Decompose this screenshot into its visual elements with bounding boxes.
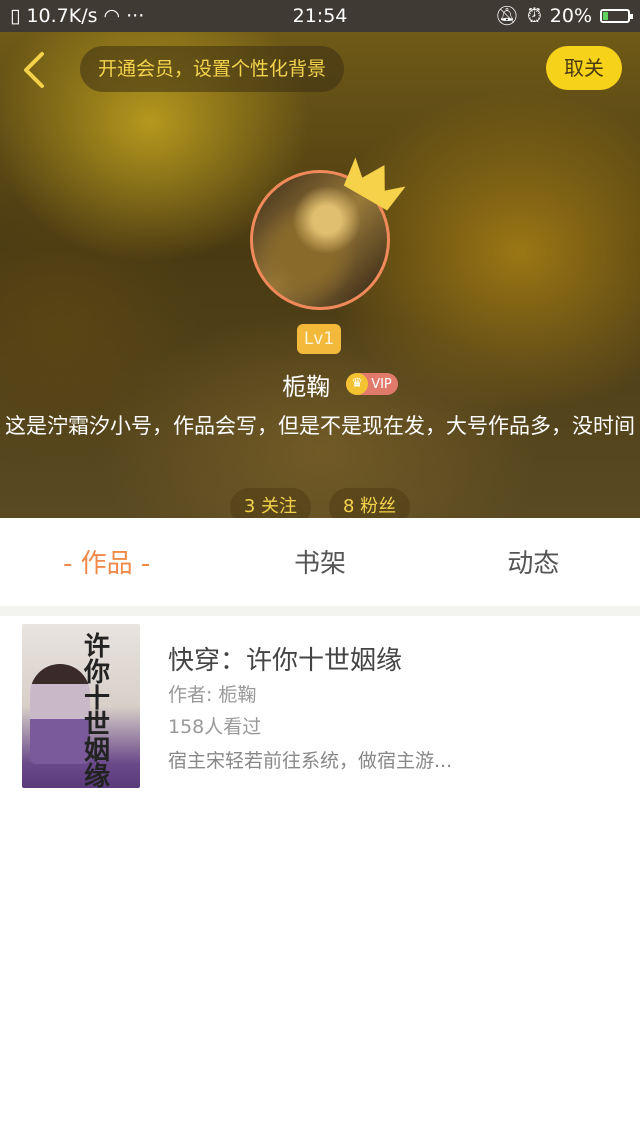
section-divider xyxy=(0,606,640,616)
book-title: 快穿：许你十世姻缘 xyxy=(168,646,403,676)
vip-upgrade-banner[interactable]: 开通会员，设置个性化背景 xyxy=(80,46,345,92)
cover-figure xyxy=(30,664,90,764)
vip-badge: ♛ VIP xyxy=(346,373,398,395)
book-cover: 许你十世姻缘 xyxy=(22,624,140,788)
followers-count[interactable]: 8 粉丝 xyxy=(329,488,411,518)
book-views: 158人看过 xyxy=(168,716,262,738)
username: 栀鞠 xyxy=(282,372,331,401)
user-bio: 这是泞霜汐小号，作品会写，但是不是现在发，大号作品多，没时间 xyxy=(5,414,635,438)
chevron-left-icon xyxy=(24,52,44,88)
tab-bookshelf[interactable]: 书架 xyxy=(213,518,426,608)
book-author: 作者: 栀鞠 xyxy=(168,684,257,706)
status-bar: ▯ 10.7K/s ◠ ··· 21:54 🔕︎ ⏰︎ 20% xyxy=(0,0,640,32)
battery-percent: 20% xyxy=(549,5,592,27)
stats-row: 3 关注 8 粉丝 xyxy=(0,488,640,518)
profile-tabs: - 作品 - 书架 动态 xyxy=(0,518,640,608)
following-count[interactable]: 3 关注 xyxy=(229,488,311,518)
book-description: 宿主宋轻若前往系统，做宿主游... xyxy=(168,750,453,772)
tab-works[interactable]: - 作品 - xyxy=(0,518,213,608)
username-row: 栀鞠 ♛ VIP xyxy=(0,364,640,404)
profile-header: 开通会员，设置个性化背景 取关 Lv1 栀鞠 ♛ VIP 这是泞霜汐小号，作品会… xyxy=(0,32,640,518)
level-badge: Lv1 xyxy=(297,324,341,354)
vip-label: VIP xyxy=(371,376,392,392)
mute-icon: 🔕︎ xyxy=(494,5,519,27)
back-button[interactable] xyxy=(14,48,54,92)
cover-title: 许你十世姻缘 xyxy=(84,632,111,788)
crown-icon xyxy=(343,157,406,211)
tab-activity[interactable]: 动态 xyxy=(427,518,640,608)
book-card[interactable]: 许你十世姻缘 快穿：许你十世姻缘 作者: 栀鞠 158人看过 宿主宋轻若前往系统… xyxy=(10,616,630,798)
alarm-icon: ⏰︎ xyxy=(526,5,542,27)
unfollow-button[interactable]: 取关 xyxy=(546,46,622,90)
vip-crown-icon: ♛ xyxy=(346,373,369,395)
status-right: 🔕︎ ⏰︎ 20% xyxy=(494,0,633,32)
battery-icon xyxy=(600,9,633,23)
